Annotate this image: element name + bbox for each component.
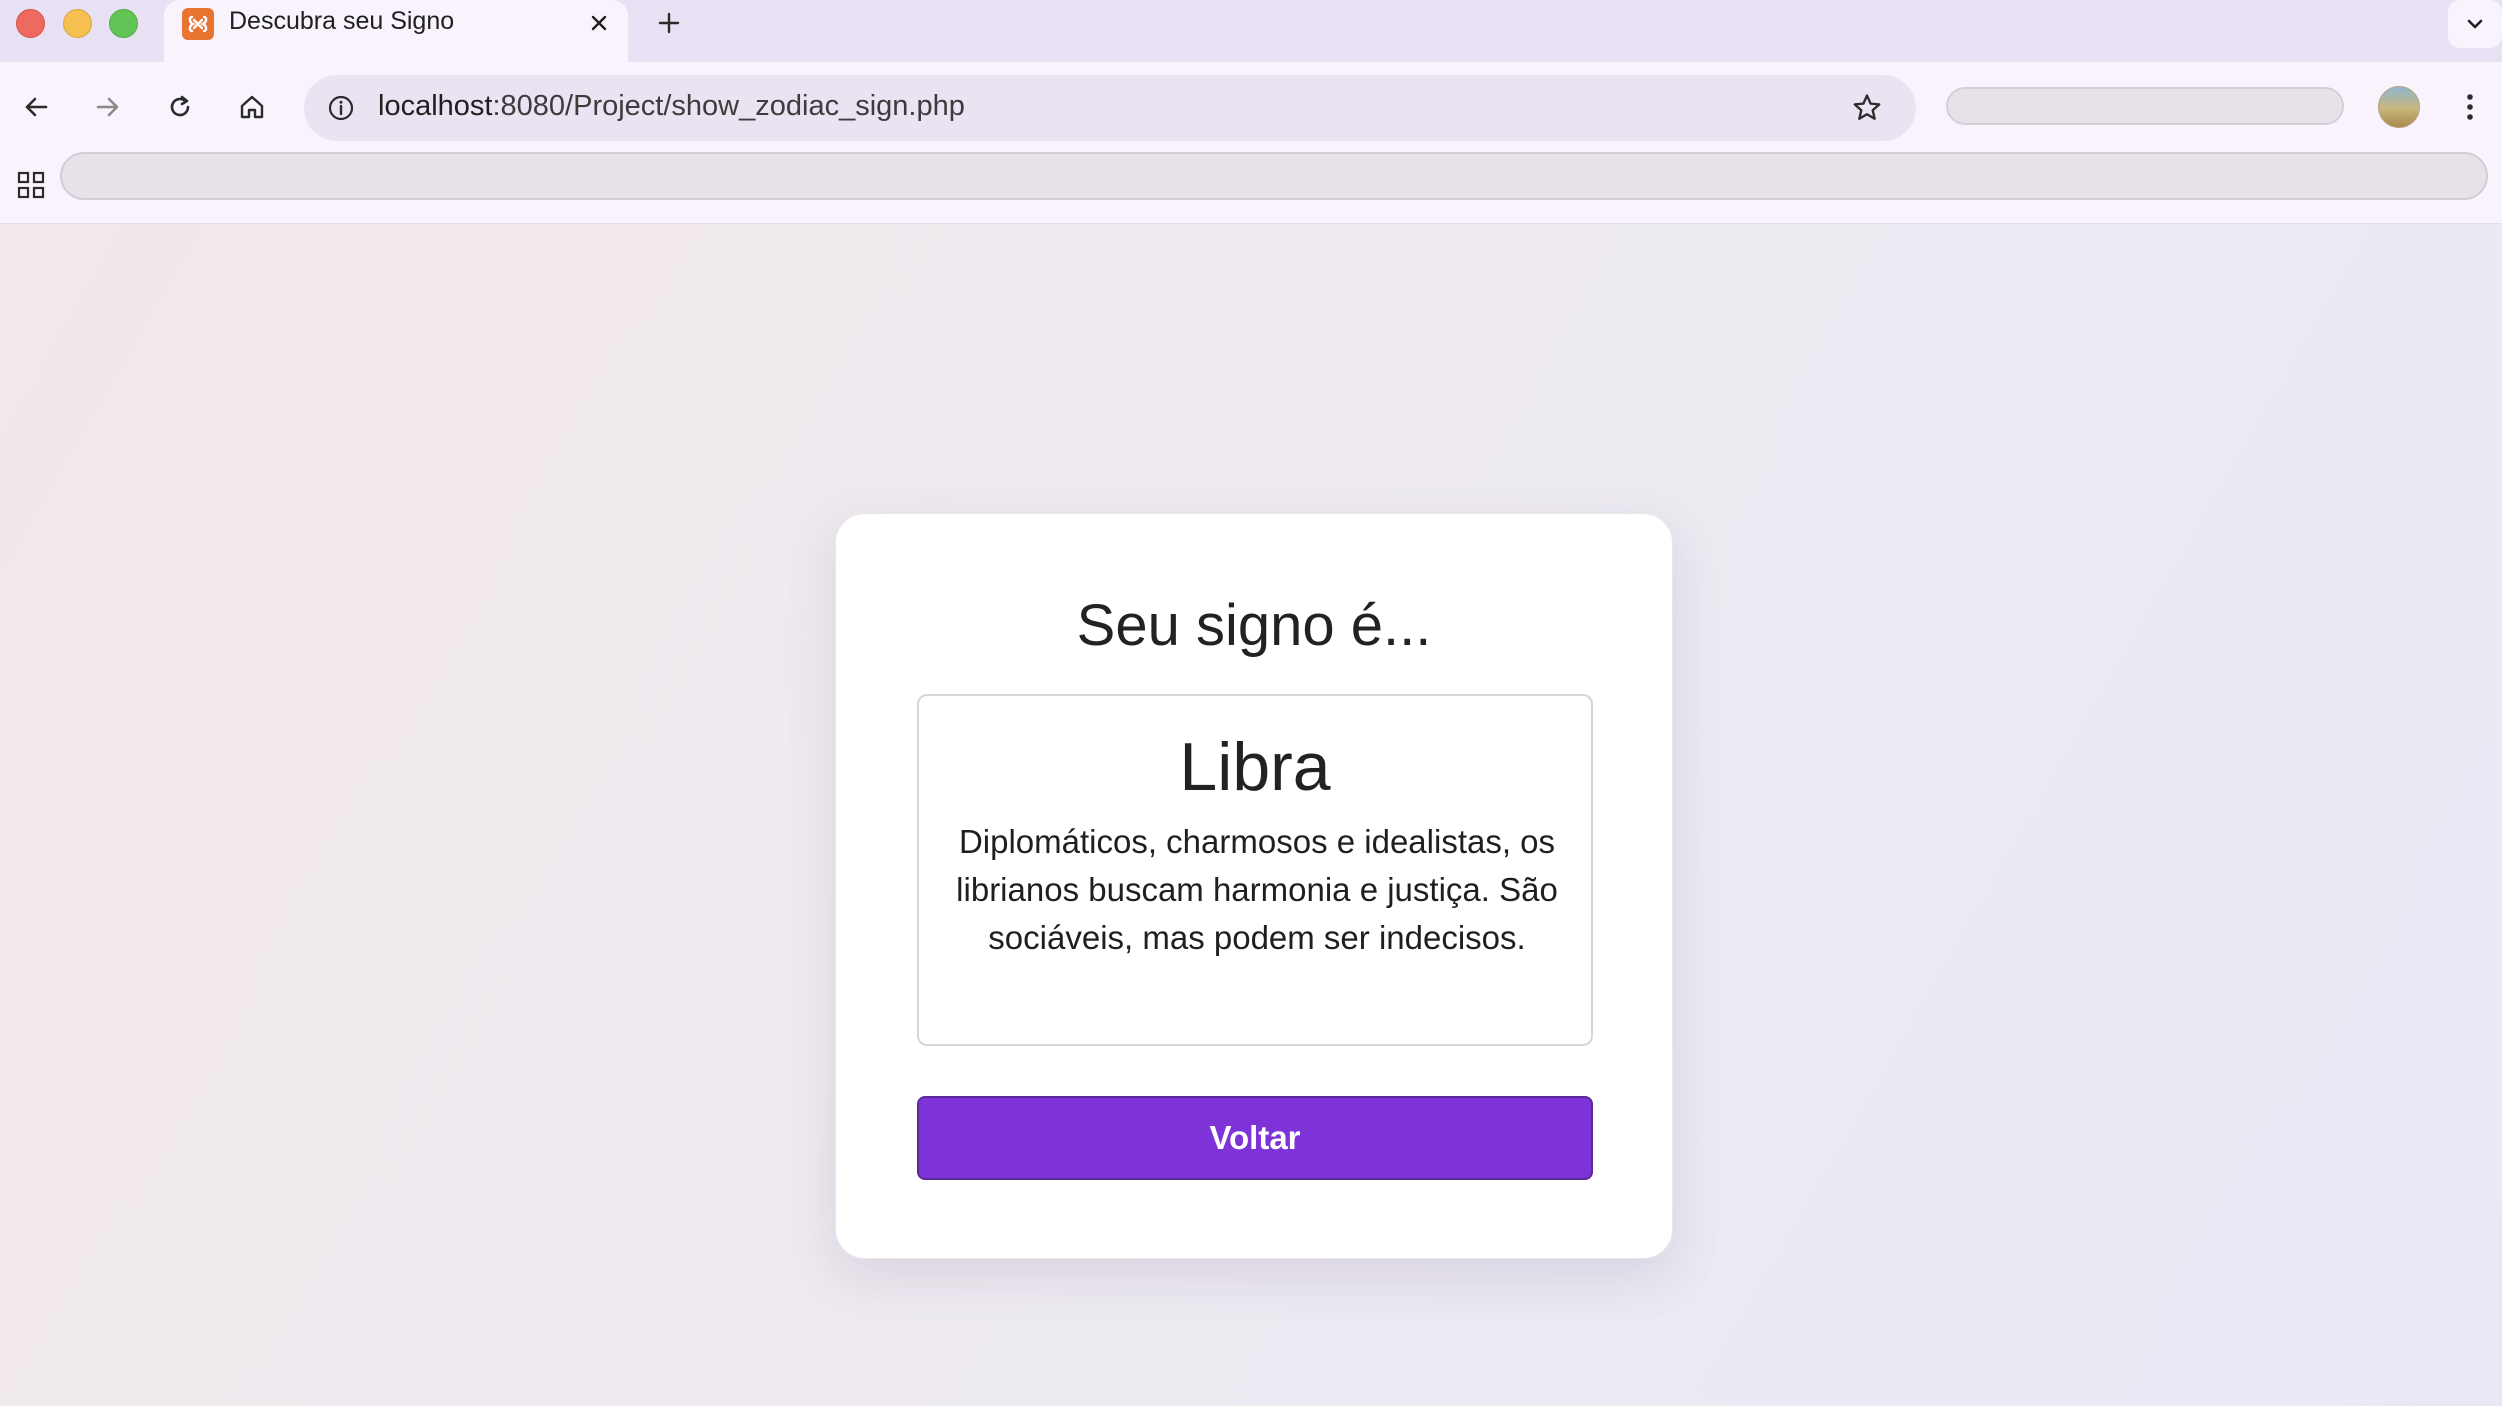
result-card: Seu signo é... Libra Diplomáticos, charm… xyxy=(835,513,1673,1259)
url-text: localhost:8080/Project/show_zodiac_sign.… xyxy=(378,90,965,123)
new-tab-icon[interactable] xyxy=(650,4,688,42)
tab-title: Descubra seu Signo xyxy=(229,7,455,35)
address-bar[interactable]: localhost:8080/Project/show_zodiac_sign.… xyxy=(304,75,1916,141)
zodiac-sign-description: Diplomáticos, charmosos e idealistas, os… xyxy=(956,823,1558,956)
extensions-area[interactable] xyxy=(1946,87,2344,125)
url-path: :8080/Project/show_zodiac_sign.php xyxy=(492,90,965,122)
bookmark-star-icon[interactable] xyxy=(1846,87,1888,129)
browser-toolbar: localhost:8080/Project/show_zodiac_sign.… xyxy=(0,62,2502,152)
url-host: localhost xyxy=(378,90,493,122)
minimize-window-button[interactable] xyxy=(63,9,92,38)
site-info-icon[interactable] xyxy=(322,89,360,127)
xampp-icon xyxy=(182,8,214,40)
close-window-button[interactable] xyxy=(16,9,45,38)
bookmarks-bar xyxy=(0,152,2502,224)
zodiac-result-box: Libra Diplomáticos, charmosos e idealist… xyxy=(917,694,1593,1046)
page-title: Seu signo é... xyxy=(1076,593,1432,658)
forward-arrow-icon[interactable] xyxy=(83,82,133,132)
zodiac-sign-name: Libra xyxy=(1179,729,1331,805)
profile-avatar[interactable] xyxy=(2378,86,2420,128)
page-background: Seu signo é... Libra Diplomáticos, charm… xyxy=(0,224,2502,1406)
tab-strip: Descubra seu Signo xyxy=(0,0,2502,62)
maximize-window-button[interactable] xyxy=(109,9,138,38)
active-tab[interactable]: Descubra seu Signo xyxy=(164,0,628,62)
bookmarks-placeholder xyxy=(60,152,2488,200)
apps-grid-icon[interactable] xyxy=(14,168,48,202)
more-menu-icon[interactable] xyxy=(2452,86,2488,128)
back-arrow-icon[interactable] xyxy=(11,82,61,132)
home-icon[interactable] xyxy=(227,82,277,132)
tab-search-chevron-icon[interactable] xyxy=(2448,0,2502,48)
close-tab-icon[interactable] xyxy=(582,6,616,40)
reload-icon[interactable] xyxy=(155,82,205,132)
back-button[interactable]: Voltar xyxy=(917,1096,1593,1180)
